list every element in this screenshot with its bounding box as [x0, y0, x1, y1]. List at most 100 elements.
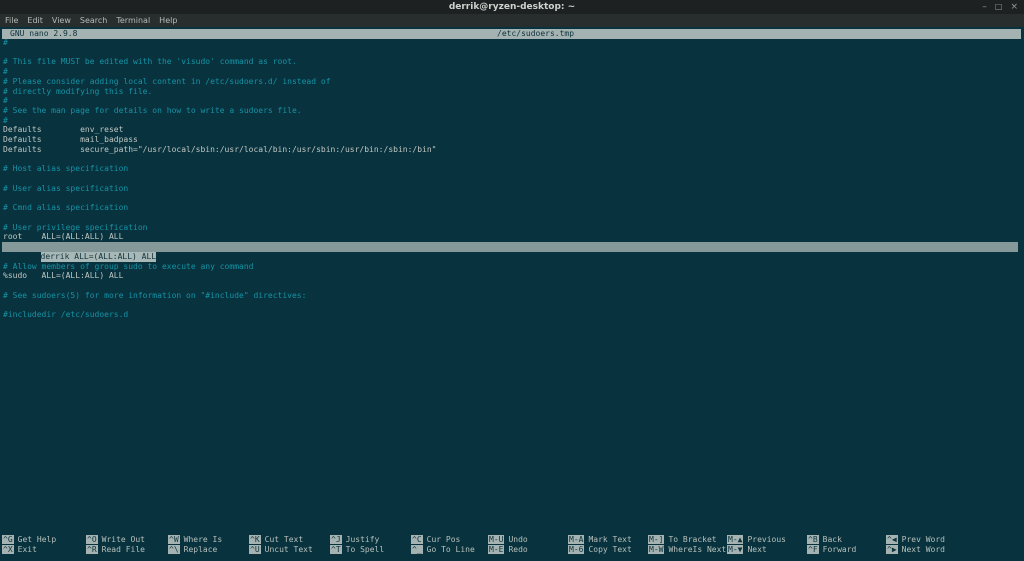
shortcut-justify-spell: ^J Justify ^T To Spell	[330, 535, 384, 555]
editor-line[interactable]	[3, 174, 1024, 184]
nano-shortcut-bar: ^G Get Help ^X Exit ^O Write Out ^R Read Fil…	[0, 535, 1024, 556]
key-badge: ^T	[330, 545, 342, 554]
shortcut-whereis-replace: ^W Where Is ^\ Replace	[168, 535, 222, 555]
key-badge: M-]	[648, 535, 665, 544]
key-badge: M-6	[568, 545, 585, 554]
key-badge: ^\	[168, 545, 180, 554]
editor-line[interactable]: # This file MUST be edited with the 'vis…	[3, 57, 1024, 67]
key-badge: M-▲	[727, 535, 744, 544]
key-badge: ^U	[249, 545, 261, 554]
key-badge: ^_	[411, 545, 423, 554]
terminal-content[interactable]: GNU nano 2.9.8 /etc/sudoers.tmp # # This…	[0, 27, 1024, 561]
editor-line[interactable]: # directly modifying this file.	[3, 87, 1024, 97]
editor-line[interactable]: #	[3, 38, 1024, 48]
window-titlebar[interactable]: derrik@ryzen-desktop: ~ – □ ×	[0, 0, 1024, 14]
shortcut-label: Cut Text	[264, 535, 304, 544]
shortcut-label: Undo	[508, 535, 528, 544]
key-badge: M-▼	[727, 545, 744, 554]
shortcut-label: Cur Pos	[426, 535, 461, 544]
shortcut-label: Uncut Text	[264, 545, 313, 554]
editor-line[interactable]: # See the man page for details on how to…	[3, 106, 1024, 116]
key-badge: ^F	[807, 545, 819, 554]
editor-line[interactable]: #	[3, 67, 1024, 77]
shortcut-previous-next: M-▲ Previous M-▼ Next	[727, 535, 786, 555]
menu-item-view[interactable]: View	[52, 14, 71, 27]
editor-line[interactable]: #	[3, 96, 1024, 106]
menu-item-search[interactable]: Search	[80, 14, 107, 27]
key-badge: M-A	[568, 535, 585, 544]
shortcut-label: Forward	[822, 545, 857, 554]
shortcut-back-forward: ^B Back ^F Forward	[807, 535, 856, 555]
editor-line[interactable]: %sudo ALL=(ALL:ALL) ALL	[3, 271, 1024, 281]
shortcut-label: Copy Text	[588, 545, 632, 554]
key-badge: ^K	[249, 535, 261, 544]
terminal-window: derrik@ryzen-desktop: ~ – □ × File Edit …	[0, 0, 1024, 561]
editor-area[interactable]: # # This file MUST be edited with the 'v…	[2, 38, 1024, 320]
shortcut-bracket-whereisnext: M-] To Bracket M-W WhereIs Next	[648, 535, 726, 555]
menu-item-help[interactable]: Help	[159, 14, 177, 27]
window-controls: – □ ×	[982, 0, 1018, 14]
shortcut-label: Write Out	[101, 535, 145, 544]
editor-line[interactable]: root ALL=(ALL:ALL) ALL	[3, 232, 1024, 242]
editor-line[interactable]: # User privilege specification	[3, 223, 1024, 233]
shortcut-label: Next	[747, 545, 767, 554]
shortcut-label: Next Word	[901, 545, 945, 554]
editor-line[interactable]: # See sudoers(5) for more information on…	[3, 291, 1024, 301]
key-badge: ^C	[411, 535, 423, 544]
editor-line-current[interactable]: derrik ALL=(ALL:ALL) ALL	[2, 242, 1018, 262]
key-badge: ^W	[168, 535, 180, 544]
shortcut-cut-uncut: ^K Cut Text ^U Uncut Text	[249, 535, 313, 555]
minimize-icon[interactable]: –	[982, 0, 987, 14]
editor-line[interactable]: Defaults env_reset	[3, 125, 1024, 135]
editor-line[interactable]	[3, 300, 1024, 310]
maximize-icon[interactable]: □	[995, 0, 1003, 14]
key-badge: ^◀	[886, 535, 898, 544]
key-badge: ^O	[86, 535, 98, 544]
shortcut-label: Replace	[183, 545, 218, 554]
editor-line[interactable]	[3, 194, 1024, 204]
menu-bar: File Edit View Search Terminal Help	[0, 14, 1024, 27]
current-line-text: derrik ALL=(ALL:ALL) ALL	[40, 251, 157, 262]
editor-line[interactable]	[3, 213, 1024, 223]
editor-line[interactable]: # User alias specification	[3, 184, 1024, 194]
editor-line[interactable]: #	[3, 116, 1024, 126]
editor-line[interactable]	[3, 48, 1024, 58]
key-badge: ^G	[2, 535, 14, 544]
key-badge: ^▶	[886, 545, 898, 554]
shortcut-label: To Bracket	[668, 535, 717, 544]
shortcut-label: Prev Word	[901, 535, 945, 544]
shortcut-label: Get Help	[17, 535, 57, 544]
shortcut-curpos-gotoline: ^C Cur Pos ^_ Go To Line	[411, 535, 475, 555]
shortcut-label: Back	[822, 535, 842, 544]
key-badge: ^B	[807, 535, 819, 544]
key-badge: ^X	[2, 545, 14, 554]
key-badge: M-E	[488, 545, 505, 554]
editor-line[interactable]: #includedir /etc/sudoers.d	[3, 310, 1024, 320]
shortcut-undo-redo: M-U Undo M-E Redo	[488, 535, 528, 555]
shortcut-prevword-nextword: ^◀ Prev Word ^▶ Next Word	[886, 535, 945, 555]
editor-line[interactable]: Defaults mail_badpass	[3, 135, 1024, 145]
shortcut-label: Justify	[345, 535, 380, 544]
shortcut-label: Exit	[17, 545, 37, 554]
menu-item-terminal[interactable]: Terminal	[116, 14, 150, 27]
editor-line[interactable]: # Please consider adding local content i…	[3, 77, 1024, 87]
window-title: derrik@ryzen-desktop: ~	[448, 2, 576, 12]
editor-line[interactable]: # Cmnd alias specification	[3, 203, 1024, 213]
menu-item-edit[interactable]: Edit	[27, 14, 43, 27]
editor-line[interactable]	[3, 155, 1024, 165]
close-icon[interactable]: ×	[1010, 0, 1018, 14]
text-cursor	[156, 251, 162, 262]
shortcut-label: Where Is	[183, 535, 223, 544]
editor-line[interactable]: # Allow members of group sudo to execute…	[3, 262, 1024, 272]
key-badge: ^R	[86, 545, 98, 554]
editor-line[interactable]: # Host alias specification	[3, 164, 1024, 174]
shortcut-get-help-exit: ^G Get Help ^X Exit	[2, 535, 56, 555]
shortcut-mark-copy: M-A Mark Text M-6 Copy Text	[568, 535, 632, 555]
editor-line[interactable]	[3, 281, 1024, 291]
shortcut-label: Read File	[101, 545, 145, 554]
shortcut-label: To Spell	[345, 545, 385, 554]
editor-line[interactable]: Defaults secure_path="/usr/local/sbin:/u…	[3, 145, 1024, 155]
shortcut-write-read: ^O Write Out ^R Read File	[86, 535, 145, 555]
shortcut-label: Redo	[508, 545, 528, 554]
menu-item-file[interactable]: File	[5, 14, 18, 27]
